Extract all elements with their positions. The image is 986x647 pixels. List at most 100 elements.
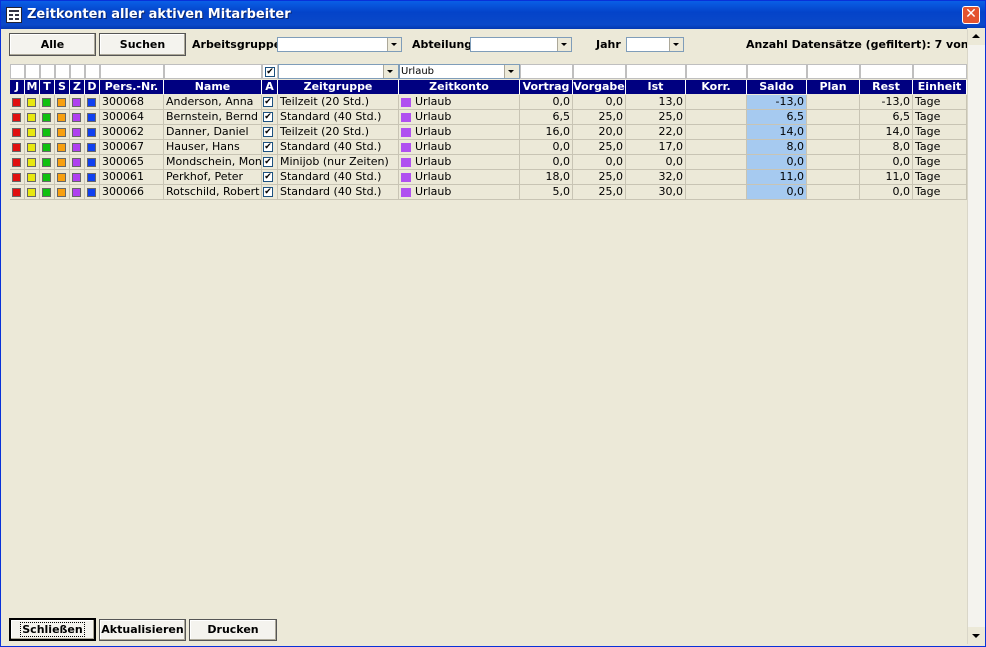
filter-j[interactable] xyxy=(10,64,25,79)
aktiv-checkbox[interactable]: ✔ xyxy=(263,97,273,107)
drucken-button[interactable]: Drucken xyxy=(189,619,277,641)
row-7-vortrag[interactable]: 5,0 xyxy=(520,185,573,200)
column-header-einheit[interactable]: Einheit xyxy=(913,80,967,94)
row-2-ist[interactable]: 25,0 xyxy=(626,110,686,125)
row-5-plan[interactable] xyxy=(807,155,860,170)
row-6-saldo[interactable]: 11,0 xyxy=(747,170,807,185)
filter-rest[interactable] xyxy=(860,64,913,79)
row-5-ist[interactable]: 0,0 xyxy=(626,155,686,170)
column-header-saldo[interactable]: Saldo xyxy=(747,80,807,94)
row-2-saldo[interactable]: 6,5 xyxy=(747,110,807,125)
row-3-rest[interactable]: 14,0 xyxy=(860,125,913,140)
row-4-name[interactable]: Hauser, Hans xyxy=(164,140,262,155)
row-1-aktiv[interactable]: ✔ xyxy=(262,95,278,110)
row-4-saldo[interactable]: 8,0 xyxy=(747,140,807,155)
aktiv-checkbox[interactable]: ✔ xyxy=(263,157,273,167)
column-header-t[interactable]: T xyxy=(40,80,55,94)
row-3-persnr[interactable]: 300062 xyxy=(100,125,164,140)
row-6-zeitkonto[interactable]: Urlaub xyxy=(399,170,520,185)
filter-m[interactable] xyxy=(25,64,40,79)
column-header-vortrag[interactable]: Vortrag xyxy=(520,80,573,94)
row-4-rest[interactable]: 8,0 xyxy=(860,140,913,155)
row-6-plan[interactable] xyxy=(807,170,860,185)
row-1-zeitkonto[interactable]: Urlaub xyxy=(399,95,520,110)
column-header-zeitkonto[interactable]: Zeitkonto xyxy=(399,80,520,94)
row-3-vorgabe[interactable]: 20,0 xyxy=(573,125,626,140)
column-header-j[interactable]: J xyxy=(10,80,25,94)
row-4-ist[interactable]: 17,0 xyxy=(626,140,686,155)
row-4-persnr[interactable]: 300067 xyxy=(100,140,164,155)
row-6-rest[interactable]: 11,0 xyxy=(860,170,913,185)
row-2-korr[interactable] xyxy=(686,110,747,125)
aktualisieren-button[interactable]: Aktualisieren xyxy=(99,619,186,641)
row-6-zeitgruppe[interactable]: Standard (40 Std.) xyxy=(278,170,399,185)
row-3-einheit[interactable]: Tage xyxy=(913,125,967,140)
row-7-vorgabe[interactable]: 25,0 xyxy=(573,185,626,200)
row-7-plan[interactable] xyxy=(807,185,860,200)
filter-korr[interactable] xyxy=(686,64,747,79)
row-6-persnr[interactable]: 300061 xyxy=(100,170,164,185)
schliessen-button[interactable]: Schließen xyxy=(9,618,96,641)
column-header-m[interactable]: M xyxy=(25,80,40,94)
row-3-korr[interactable] xyxy=(686,125,747,140)
row-1-ist[interactable]: 13,0 xyxy=(626,95,686,110)
row-7-ist[interactable]: 30,0 xyxy=(626,185,686,200)
row-6-korr[interactable] xyxy=(686,170,747,185)
filter-plan[interactable] xyxy=(807,64,860,79)
row-2-einheit[interactable]: Tage xyxy=(913,110,967,125)
column-header-persnr[interactable]: Pers.-Nr. xyxy=(100,80,164,94)
filter-ist[interactable] xyxy=(626,64,686,79)
filter-einheit[interactable] xyxy=(913,64,967,79)
row-2-rest[interactable]: 6,5 xyxy=(860,110,913,125)
row-1-persnr[interactable]: 300068 xyxy=(100,95,164,110)
filter-z[interactable] xyxy=(70,64,85,79)
filter-name[interactable] xyxy=(164,64,262,79)
aktiv-checkbox[interactable]: ✔ xyxy=(263,172,273,182)
row-1-vorgabe[interactable]: 0,0 xyxy=(573,95,626,110)
column-header-s[interactable]: S xyxy=(55,80,70,94)
filter-d[interactable] xyxy=(85,64,100,79)
row-5-saldo[interactable]: 0,0 xyxy=(747,155,807,170)
filter-s[interactable] xyxy=(55,64,70,79)
scroll-up-icon[interactable] xyxy=(968,28,985,45)
filter-aktiv[interactable]: ✔ xyxy=(262,64,278,79)
row-3-plan[interactable] xyxy=(807,125,860,140)
row-1-einheit[interactable]: Tage xyxy=(913,95,967,110)
row-4-vortrag[interactable]: 0,0 xyxy=(520,140,573,155)
row-7-aktiv[interactable]: ✔ xyxy=(262,185,278,200)
row-1-vortrag[interactable]: 0,0 xyxy=(520,95,573,110)
vertical-scrollbar[interactable] xyxy=(967,28,985,644)
aktiv-filter-checkbox[interactable]: ✔ xyxy=(265,67,275,77)
row-5-zeitkonto[interactable]: Urlaub xyxy=(399,155,520,170)
row-4-aktiv[interactable]: ✔ xyxy=(262,140,278,155)
row-7-einheit[interactable]: Tage xyxy=(913,185,967,200)
row-1-korr[interactable] xyxy=(686,95,747,110)
row-3-saldo[interactable]: 14,0 xyxy=(747,125,807,140)
row-5-einheit[interactable]: Tage xyxy=(913,155,967,170)
column-header-korr[interactable]: Korr. xyxy=(686,80,747,94)
row-4-einheit[interactable]: Tage xyxy=(913,140,967,155)
row-7-name[interactable]: Rotschild, Robert xyxy=(164,185,262,200)
filter-vorgabe[interactable] xyxy=(573,64,626,79)
chevron-down-icon[interactable] xyxy=(504,65,519,78)
row-6-vorgabe[interactable]: 25,0 xyxy=(573,170,626,185)
row-3-aktiv[interactable]: ✔ xyxy=(262,125,278,140)
row-2-name[interactable]: Bernstein, Bernd xyxy=(164,110,262,125)
column-header-z[interactable]: Z xyxy=(70,80,85,94)
row-2-vorgabe[interactable]: 25,0 xyxy=(573,110,626,125)
row-1-name[interactable]: Anderson, Anna xyxy=(164,95,262,110)
filter-zeitkonto[interactable]: Urlaub xyxy=(399,64,520,79)
row-3-zeitgruppe[interactable]: Teilzeit (20 Std.) xyxy=(278,125,399,140)
row-7-korr[interactable] xyxy=(686,185,747,200)
row-6-ist[interactable]: 32,0 xyxy=(626,170,686,185)
row-6-vortrag[interactable]: 18,0 xyxy=(520,170,573,185)
column-header-vorgabe[interactable]: Vorgabe xyxy=(573,80,626,94)
row-4-vorgabe[interactable]: 25,0 xyxy=(573,140,626,155)
row-5-rest[interactable]: 0,0 xyxy=(860,155,913,170)
row-5-name[interactable]: Mondschein, Monika xyxy=(164,155,262,170)
row-2-zeitkonto[interactable]: Urlaub xyxy=(399,110,520,125)
row-2-plan[interactable] xyxy=(807,110,860,125)
column-header-name[interactable]: Name xyxy=(164,80,262,94)
aktiv-checkbox[interactable]: ✔ xyxy=(263,187,273,197)
row-4-plan[interactable] xyxy=(807,140,860,155)
